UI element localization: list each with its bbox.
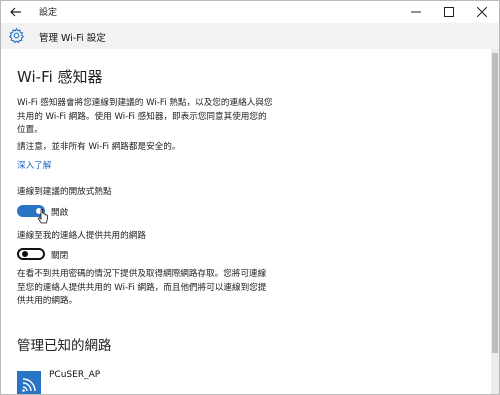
contacts-networks-state: 關閉 bbox=[51, 251, 69, 261]
title-bar: 設定 bbox=[1, 1, 499, 23]
maximize-icon bbox=[444, 7, 454, 17]
contacts-networks-toggle[interactable] bbox=[17, 248, 45, 260]
minimize-button[interactable] bbox=[401, 1, 431, 23]
learn-more-link[interactable]: 深入了解 bbox=[17, 159, 51, 171]
network-item-icon[interactable] bbox=[17, 371, 41, 394]
section-heading: Wi-Fi 感知器 bbox=[17, 68, 103, 86]
close-button[interactable] bbox=[467, 1, 497, 23]
open-hotspots-state: 開啟 bbox=[51, 208, 69, 218]
description-line: Wi-Fi 感知器會將您連線到建議的 Wi-Fi 熱點，以及您的連絡人與您 bbox=[17, 98, 273, 108]
settings-window: 設定 管理 Wi-Fi 設定 Wi-Fi 感知器 Wi-Fi 感知器會將您連線到… bbox=[0, 0, 500, 395]
description-text: Wi-Fi 感知器會將您連線到建議的 Wi-Fi 熱點，以及您的連絡人與您 共用… bbox=[17, 97, 317, 138]
arrow-left-icon bbox=[10, 7, 21, 17]
wifi-icon bbox=[22, 378, 36, 392]
close-icon bbox=[477, 7, 487, 17]
window-title: 設定 bbox=[39, 8, 58, 18]
known-networks-heading: 管理已知的網路 bbox=[17, 338, 112, 354]
page-title: 管理 Wi-Fi 設定 bbox=[39, 33, 106, 44]
description-line: 位置。 bbox=[17, 125, 43, 135]
description-line: 共用的 Wi-Fi 網路。使用 Wi-Fi 感知器，即表示您同意其使用您的 bbox=[17, 111, 267, 122]
info-line: 供共用的網路。 bbox=[17, 296, 78, 306]
minimize-icon bbox=[411, 11, 421, 13]
settings-content: Wi-Fi 感知器 Wi-Fi 感知器會將您連線到建議的 Wi-Fi 熱點，以及… bbox=[1, 49, 491, 394]
gear-icon bbox=[8, 27, 25, 44]
contacts-networks-label: 連線至我的連絡人提供共用的網路 bbox=[17, 231, 146, 241]
sharing-info-text: 在看不到共用密碼的情況下提供及取得網際網路存取。您將可連線 至您的連絡人提供共用… bbox=[17, 268, 307, 309]
maximize-button[interactable] bbox=[434, 1, 464, 23]
vertical-scrollbar[interactable] bbox=[491, 49, 499, 394]
mouse-cursor-icon bbox=[37, 209, 48, 224]
page-header: 管理 Wi-Fi 設定 bbox=[1, 23, 499, 49]
notice-text: 請注意，並非所有 Wi-Fi 網路都是安全的。 bbox=[17, 142, 181, 152]
back-button[interactable] bbox=[7, 3, 25, 21]
toggle-knob bbox=[22, 251, 28, 257]
open-hotspots-label: 連線到建議的開放式熱點 bbox=[17, 187, 112, 197]
info-line: 在看不到共用密碼的情況下提供及取得網際網路存取。您將可連線 bbox=[17, 269, 267, 279]
info-line: 至您的連絡人提供共用的 Wi-Fi 網路，而且他們將可以連線到您提 bbox=[17, 282, 267, 293]
network-item-name[interactable]: PCuSER_AP bbox=[49, 370, 100, 380]
scrollbar-thumb[interactable] bbox=[492, 53, 498, 353]
